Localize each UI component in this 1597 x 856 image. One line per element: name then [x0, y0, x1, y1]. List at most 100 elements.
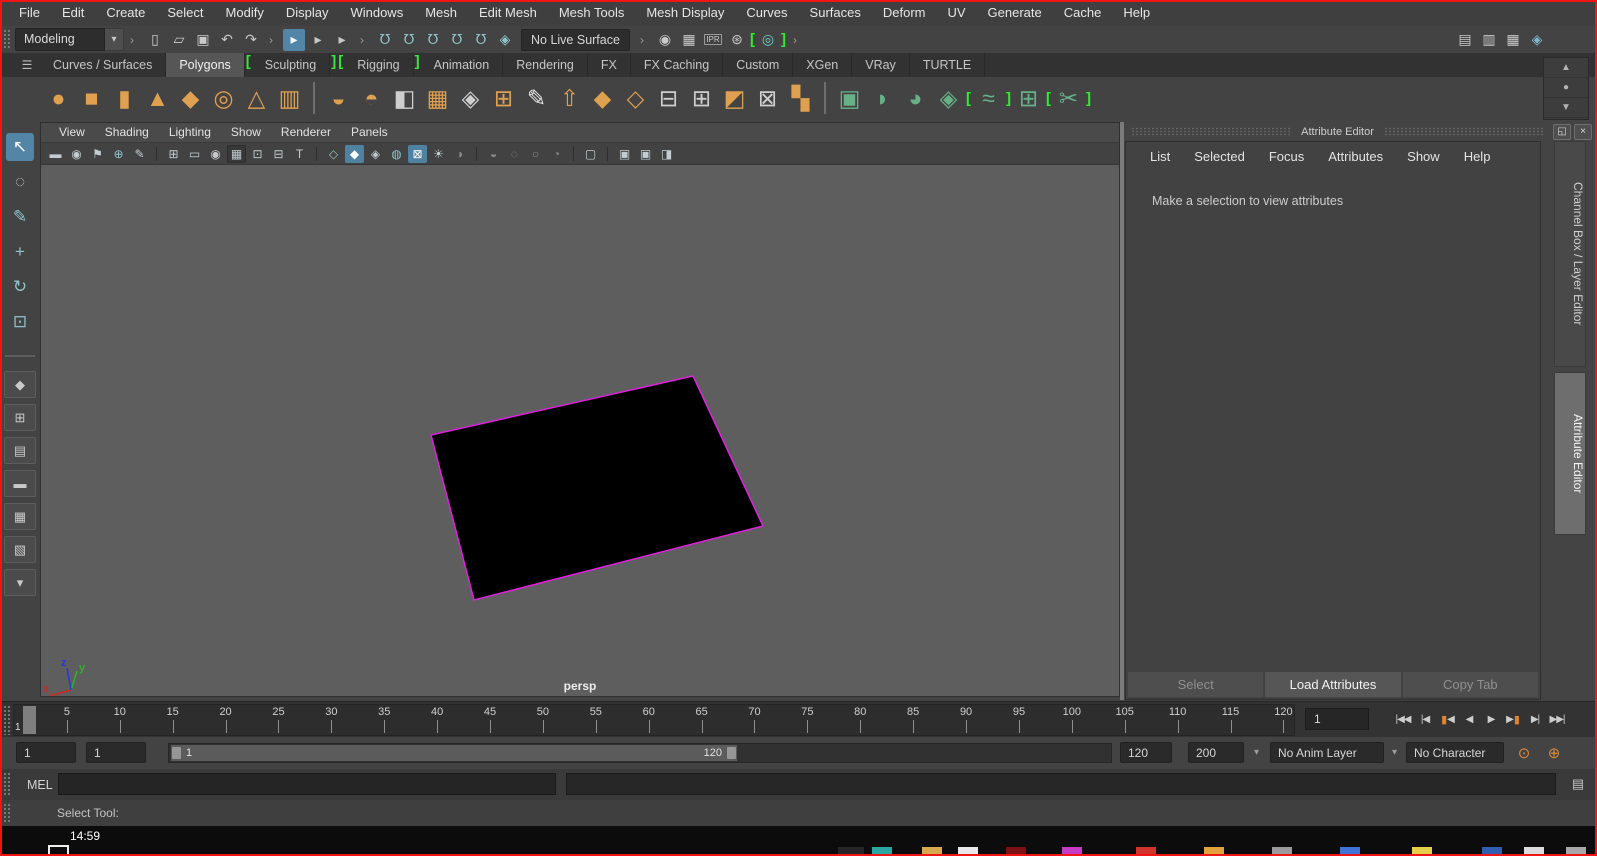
- panel-menu-lighting[interactable]: Lighting: [159, 123, 221, 142]
- panel-menu-renderer[interactable]: Renderer: [271, 123, 341, 142]
- range-end-handle[interactable]: [727, 747, 736, 759]
- shaded-mode-button[interactable]: ◆: [345, 145, 364, 163]
- paint-select-tool[interactable]: ✎: [6, 203, 34, 231]
- menu-surfaces[interactable]: Surfaces: [799, 0, 872, 26]
- select-by-component-toggle[interactable]: ▸: [331, 29, 353, 51]
- animation-start-field[interactable]: 1: [16, 742, 76, 763]
- use-all-lights-toggle[interactable]: ☀: [429, 145, 448, 163]
- shadows-toggle[interactable]: ◑: [450, 145, 469, 163]
- range-slider-track[interactable]: 1 120: [168, 743, 1112, 763]
- chevron-down-icon[interactable]: ▾: [1392, 747, 1397, 758]
- taskbar-icon[interactable]: [1566, 847, 1586, 856]
- shelf-menu-icon[interactable]: ☰: [14, 53, 40, 77]
- section-collapse-icon[interactable]: ›: [130, 33, 137, 47]
- redo-button[interactable]: ↷: [240, 29, 262, 51]
- default-material-button[interactable]: ◍: [387, 145, 406, 163]
- duplicate-pane-button[interactable]: ▣: [636, 145, 655, 163]
- taskbar-clock[interactable]: 14:59: [70, 829, 100, 843]
- animation-preferences-button[interactable]: ⊕: [1542, 741, 1566, 765]
- ae-menu-help[interactable]: Help: [1452, 149, 1503, 164]
- taskbar-icon[interactable]: [922, 847, 942, 856]
- select-by-object-toggle[interactable]: ▸: [307, 29, 329, 51]
- close-panel-icon[interactable]: ×: [1574, 124, 1592, 140]
- shelf-scroll-down-icon[interactable]: ▼: [1544, 98, 1588, 118]
- snap-to-point-toggle[interactable]: ℧: [422, 29, 444, 51]
- menu-mesh-tools[interactable]: Mesh Tools: [548, 0, 636, 26]
- camera-attributes-button[interactable]: ◉: [67, 145, 86, 163]
- select-by-hierarchy-toggle[interactable]: ▸: [283, 29, 305, 51]
- ae-menu-list[interactable]: List: [1138, 149, 1182, 164]
- shelf-tab-animation[interactable]: Animation: [421, 53, 504, 77]
- panel-resizer[interactable]: [1120, 122, 1124, 700]
- auto-keyframe-toggle[interactable]: ⊙: [1512, 741, 1536, 765]
- toggle-attribute-editor[interactable]: ▥: [1478, 28, 1500, 50]
- motion-blur-toggle[interactable]: ◌: [505, 145, 524, 163]
- animation-end-field[interactable]: 200: [1188, 742, 1244, 763]
- taskbar-icon[interactable]: [1524, 847, 1544, 856]
- section-collapse-icon[interactable]: ›: [793, 33, 800, 47]
- command-result-field[interactable]: [566, 773, 1556, 795]
- layout-hypershade-persp-button[interactable]: ▦: [4, 503, 36, 530]
- taskbar-icon[interactable]: [1006, 847, 1026, 856]
- grip-handle[interactable]: [3, 29, 10, 50]
- select-button[interactable]: Select: [1128, 672, 1263, 697]
- command-input[interactable]: [58, 773, 556, 795]
- shelf-tab-fx-caching[interactable]: FX Caching: [631, 53, 723, 77]
- menu-curves[interactable]: Curves: [735, 0, 798, 26]
- safe-action-toggle[interactable]: ⊟: [269, 145, 288, 163]
- extrude-button[interactable]: ⇧: [554, 83, 585, 114]
- smooth-button[interactable]: ◒: [323, 83, 354, 114]
- taskbar-icon[interactable]: [1340, 847, 1360, 856]
- snap-to-curve-toggle[interactable]: ℧: [398, 29, 420, 51]
- shelf-tab-rendering[interactable]: Rendering: [503, 53, 588, 77]
- poly-pyramid-button[interactable]: △: [241, 83, 272, 114]
- menu-help[interactable]: Help: [1112, 0, 1161, 26]
- shelf-tab-curves-surfaces[interactable]: Curves / Surfaces: [40, 53, 166, 77]
- grip-handle[interactable]: [3, 803, 10, 823]
- ae-menu-show[interactable]: Show: [1395, 149, 1452, 164]
- open-render-view-button[interactable]: ◉: [654, 29, 676, 51]
- image-capture-button[interactable]: ◨: [657, 145, 676, 163]
- poly-torus-button[interactable]: ◎: [208, 83, 239, 114]
- copy-tab-button[interactable]: Copy Tab: [1403, 672, 1538, 697]
- tear-off-copy-button[interactable]: ▣: [615, 145, 634, 163]
- shelf-tab-fx[interactable]: FX: [588, 53, 631, 77]
- poke-button[interactable]: ⊞: [488, 83, 519, 114]
- combine-button[interactable]: ▚: [785, 83, 816, 114]
- rotate-tool[interactable]: ↻: [6, 273, 34, 301]
- range-start-handle[interactable]: [172, 747, 181, 759]
- taskbar-icon[interactable]: [958, 847, 978, 856]
- script-editor-icon[interactable]: ▤: [1567, 774, 1589, 794]
- snap-to-view-plane-toggle[interactable]: ℧: [470, 29, 492, 51]
- taskbar-icon[interactable]: [1482, 847, 1502, 856]
- shelf-scroll-up-icon[interactable]: ▲: [1544, 58, 1588, 78]
- panel-menu-panels[interactable]: Panels: [341, 123, 398, 142]
- poly-cone-button[interactable]: ▲: [142, 83, 173, 114]
- shelf-tab-polygons[interactable]: Polygons: [166, 53, 244, 77]
- snap-to-projected-center-toggle[interactable]: ℧: [446, 29, 468, 51]
- cut-sew-uv-button[interactable]: ✂: [1053, 83, 1084, 114]
- ae-menu-attributes[interactable]: Attributes: [1316, 149, 1395, 164]
- step-back-key-button[interactable]: ▮◀: [1437, 706, 1457, 732]
- step-forward-key-button[interactable]: ▶▮: [1503, 706, 1523, 732]
- taskbar-icon[interactable]: [1062, 847, 1082, 856]
- step-back-frame-button[interactable]: |◀: [1415, 706, 1435, 732]
- scale-tool[interactable]: ⊡: [6, 308, 34, 336]
- section-collapse-icon[interactable]: ›: [360, 33, 367, 47]
- resolution-gate-toggle[interactable]: ◉: [206, 145, 225, 163]
- taskbar-icon[interactable]: [48, 845, 69, 856]
- menu-generate[interactable]: Generate: [977, 0, 1053, 26]
- field-chart-toggle[interactable]: ⊡: [248, 145, 267, 163]
- menu-mesh-display[interactable]: Mesh Display: [635, 0, 735, 26]
- grid-toggle[interactable]: ⊞: [164, 145, 183, 163]
- textured-mode-button[interactable]: ⊠: [408, 145, 427, 163]
- occlusion-toggle[interactable]: ◒: [484, 145, 503, 163]
- lasso-select-tool[interactable]: ◌: [6, 168, 34, 196]
- taskbar-icon[interactable]: [1412, 847, 1432, 856]
- planar-mapping-button[interactable]: ▣: [834, 83, 865, 114]
- taskbar-icon[interactable]: [1204, 847, 1224, 856]
- viewport-canvas[interactable]: x y z persp: [41, 164, 1119, 696]
- menu-deform[interactable]: Deform: [872, 0, 937, 26]
- new-scene-button[interactable]: ▯: [144, 29, 166, 51]
- multisampling-toggle[interactable]: ○: [526, 145, 545, 163]
